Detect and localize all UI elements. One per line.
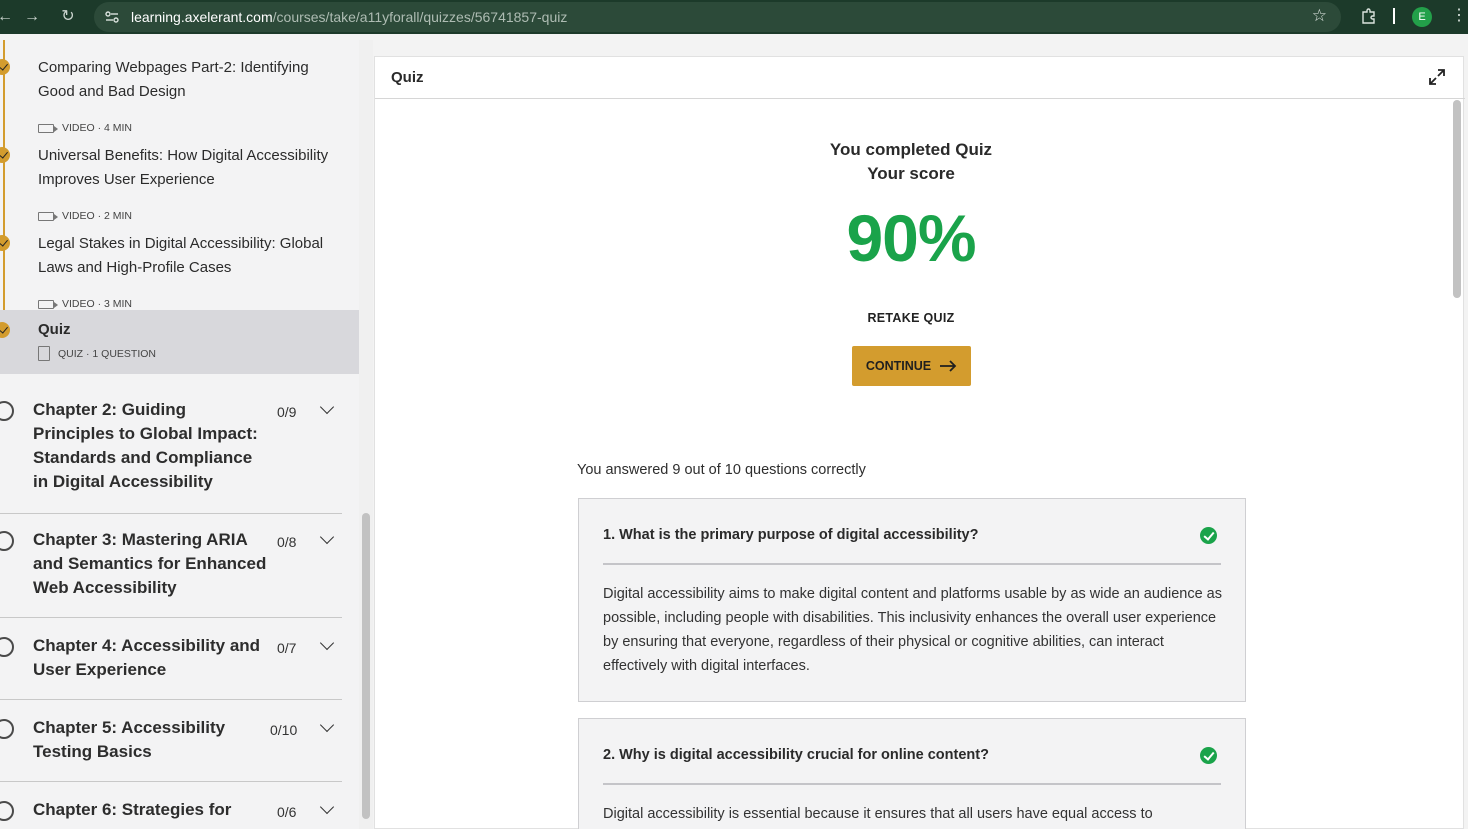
lesson-title: Universal Benefits: How Digital Accessib…	[38, 147, 329, 188]
chevron-down-icon[interactable]	[319, 799, 335, 815]
question-title: 1. What is the primary purpose of digita…	[603, 527, 979, 543]
chapter-item[interactable]: Chapter 3: Mastering ARIA and Semantics …	[0, 526, 342, 618]
chapter-progress: 0/7	[277, 640, 297, 656]
chapter-title: Chapter 6: Strategies for	[33, 800, 232, 819]
video-icon	[38, 211, 58, 221]
lesson-meta-text: VIDEO · 2 MIN	[62, 210, 133, 222]
score-label: Your score	[867, 164, 955, 183]
arrow-right-icon	[940, 360, 957, 372]
chapter-status-icon	[0, 637, 14, 657]
completed-check-icon	[0, 322, 10, 338]
correct-check-icon	[1200, 527, 1217, 544]
toolbar-separator	[1393, 8, 1395, 24]
question-title: 2. Why is digital accessibility crucial …	[603, 747, 989, 763]
lesson-item-active[interactable]: Quiz QUIZ · 1 QUESTION	[0, 310, 359, 374]
panel-title: Quiz	[391, 69, 424, 86]
completed-line: You completed Quiz	[829, 140, 993, 159]
progress-timeline	[3, 40, 5, 340]
browser-toolbar: ← → ↻ learning.axelerant.com/courses/tak…	[0, 0, 1468, 34]
chapter-status-icon	[0, 719, 14, 739]
chapter-progress: 0/10	[270, 722, 298, 738]
panel-header: Quiz	[375, 57, 1465, 99]
chevron-down-icon[interactable]	[319, 529, 335, 545]
lesson-title: Legal Stakes in Digital Accessibility: G…	[38, 235, 324, 276]
address-bar[interactable]: learning.axelerant.com/courses/take/a11y…	[94, 2, 1341, 32]
browser-menu-icon[interactable]: ⋮	[1451, 6, 1467, 26]
question-explanation: Digital accessibility is essential becau…	[603, 806, 1153, 822]
video-icon	[38, 123, 58, 133]
video-icon	[38, 299, 58, 309]
question-card[interactable]: 2. Why is digital accessibility crucial …	[578, 718, 1246, 829]
chapter-title: Chapter 4: Accessibility and User Experi…	[33, 636, 261, 679]
url-path: /courses/take/a11yforall/quizzes/5674185…	[272, 9, 568, 25]
chevron-down-icon[interactable]	[319, 635, 335, 651]
chapter-status-icon	[0, 401, 14, 421]
bookmark-star-icon[interactable]: ☆	[1312, 6, 1327, 26]
lesson-meta: QUIZ · 1 QUESTION	[38, 346, 156, 361]
continue-label: CONTINUE	[865, 359, 932, 373]
reload-icon[interactable]: ↻	[57, 6, 79, 28]
chapter-item[interactable]: Chapter 4: Accessibility and User Experi…	[0, 632, 342, 700]
chapter-status-icon	[0, 801, 14, 821]
chevron-down-icon[interactable]	[319, 399, 335, 415]
question-divider	[603, 563, 1221, 565]
completed-check-icon	[0, 59, 10, 75]
lesson-title: Comparing Webpages Part-2: Identifying G…	[38, 59, 309, 100]
lesson-meta: VIDEO · 3 MIN	[38, 298, 132, 310]
site-settings-icon[interactable]	[104, 9, 120, 25]
url-text: learning.axelerant.com/courses/take/a11y…	[131, 9, 567, 25]
chapter-title: Chapter 3: Mastering ARIA and Semantics …	[33, 530, 267, 597]
chapter-item[interactable]: Chapter 5: Accessibility Testing Basics …	[0, 714, 342, 782]
question-explanation: Digital accessibility aims to make digit…	[603, 586, 1222, 674]
lesson-meta-text: QUIZ · 1 QUESTION	[58, 347, 157, 360]
chapter-progress: 0/9	[277, 404, 297, 420]
lesson-meta: VIDEO · 2 MIN	[38, 210, 132, 222]
retake-quiz-link[interactable]: RETAKE QUIZ	[374, 311, 1448, 325]
question-divider	[603, 783, 1221, 785]
completion-message: You completed Quiz Your score	[374, 138, 1448, 186]
correct-check-icon	[1200, 747, 1217, 764]
completed-check-icon	[0, 147, 10, 163]
fullscreen-expand-icon[interactable]	[1428, 68, 1446, 86]
course-sidebar: Comparing Webpages Part-2: Identifying G…	[0, 40, 359, 829]
chapter-progress: 0/8	[277, 534, 297, 550]
profile-avatar[interactable]: E	[1412, 7, 1432, 27]
quiz-icon	[38, 346, 50, 361]
sidebar-scrollbar-thumb[interactable]	[362, 513, 370, 819]
chevron-down-icon[interactable]	[319, 717, 335, 733]
forward-arrow-icon[interactable]: →	[21, 6, 43, 28]
continue-button[interactable]: CONTINUE	[852, 346, 971, 386]
answer-summary: You answered 9 out of 10 questions corre…	[577, 462, 866, 478]
lesson-meta-text: VIDEO · 4 MIN	[62, 122, 133, 134]
chapter-item[interactable]: Chapter 2: Guiding Principles to Global …	[0, 396, 342, 514]
question-card[interactable]: 1. What is the primary purpose of digita…	[578, 498, 1246, 702]
extensions-icon[interactable]	[1360, 7, 1378, 25]
chapter-status-icon	[0, 531, 14, 551]
chapter-progress: 0/6	[277, 804, 297, 820]
completed-check-icon	[0, 235, 10, 251]
chapter-title: Chapter 5: Accessibility Testing Basics	[33, 718, 226, 761]
score-value: 90%	[846, 201, 976, 275]
lesson-meta-text: VIDEO · 3 MIN	[62, 298, 133, 310]
main-scrollbar-thumb[interactable]	[1453, 100, 1461, 298]
back-arrow-icon[interactable]: ←	[0, 6, 16, 28]
lesson-meta: VIDEO · 4 MIN	[38, 122, 132, 134]
lesson-title: Quiz	[38, 321, 71, 338]
url-host: learning.axelerant.com	[131, 9, 273, 25]
chapter-item[interactable]: Chapter 6: Strategies for 0/6	[0, 796, 342, 829]
chapter-title: Chapter 2: Guiding Principles to Global …	[33, 400, 258, 491]
